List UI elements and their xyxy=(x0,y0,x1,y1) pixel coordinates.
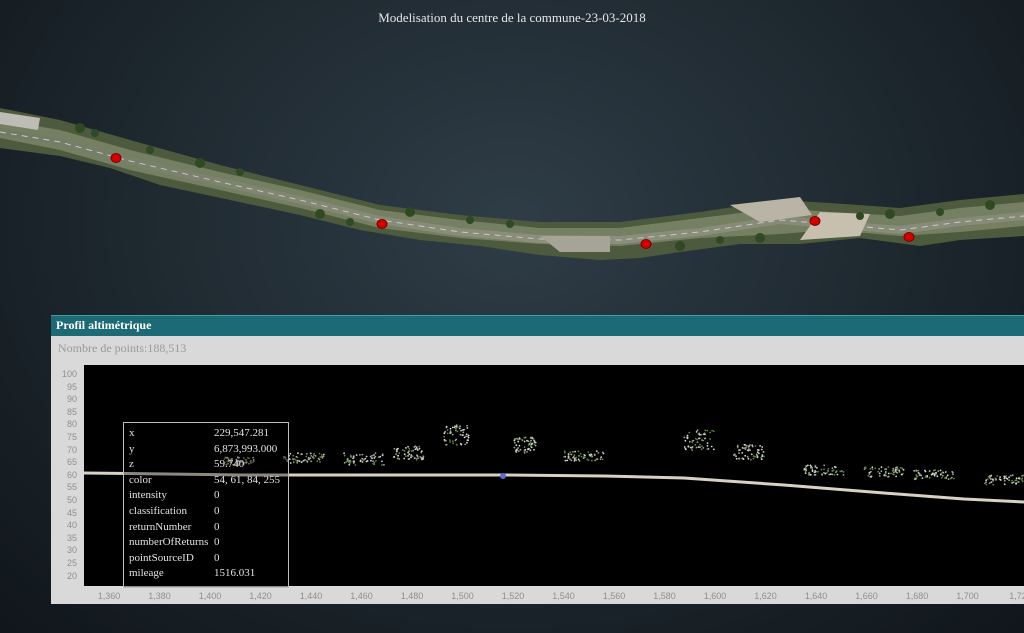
survey-marker-3[interactable] xyxy=(640,239,652,249)
info-key: z xyxy=(129,458,134,471)
x-tick-label: 1,520 xyxy=(501,591,525,601)
x-tick-label: 1,440 xyxy=(299,591,323,601)
profile-panel[interactable]: Profil altimétrique Nombre de points:188… xyxy=(51,315,1024,604)
info-row: y 6,873,993.000 xyxy=(129,443,289,458)
selected-point[interactable] xyxy=(500,473,506,479)
info-row: x 229,547.281 xyxy=(129,427,289,442)
x-tick-label: 1,480 xyxy=(400,591,424,601)
point-cloud-strip[interactable] xyxy=(0,0,1024,310)
y-tick-label: 100 xyxy=(61,369,77,379)
survey-marker-5[interactable] xyxy=(903,232,915,242)
x-tick-label: 1,640 xyxy=(804,591,828,601)
y-tick-label: 50 xyxy=(66,495,77,505)
x-tick-label: 1,400 xyxy=(198,591,222,601)
x-tick-label: 1,72 xyxy=(1009,591,1024,601)
x-axis: 1,360 1,380 1,400 1,420 1,440 1,460 1,480 1,500… xyxy=(84,588,1024,604)
y-tick-label: 70 xyxy=(66,444,77,455)
y-tick-label: 65 xyxy=(66,457,77,468)
y-tick-label: 25 xyxy=(66,558,77,568)
info-value: 229,547.281 xyxy=(214,427,269,439)
y-tick-label: 30 xyxy=(66,545,77,556)
info-value: 54, 61, 84, 255 xyxy=(214,473,280,486)
y-tick-label: 55 xyxy=(66,482,77,493)
x-tick-label: 1,560 xyxy=(602,591,626,601)
info-value: 0 xyxy=(214,520,220,533)
x-tick-label: 1,540 xyxy=(552,591,575,601)
survey-marker-2[interactable] xyxy=(376,219,388,229)
survey-marker-1[interactable] xyxy=(110,153,122,163)
info-row: z 59.740 xyxy=(129,458,289,473)
x-tick-label: 1,600 xyxy=(703,591,727,601)
y-tick-label: 95 xyxy=(66,381,77,392)
info-value: 59.740 xyxy=(214,458,245,471)
info-row: mileage 1516.031 xyxy=(129,567,289,582)
x-tick-label: 1,500 xyxy=(451,591,474,601)
info-value: 1516.031 xyxy=(214,567,256,580)
y-tick-label: 75 xyxy=(66,432,77,442)
y-tick-label: 85 xyxy=(66,406,77,417)
info-row: classification 0 xyxy=(129,505,289,520)
y-tick-label: 20 xyxy=(66,570,77,581)
info-value: 0 xyxy=(214,536,220,549)
x-tick-label: 1,420 xyxy=(249,591,272,601)
profile-plot[interactable]: x 229,547.281 y 6,873,993.000 z 59.740 color 54… xyxy=(84,365,1024,588)
info-row: intensity 0 xyxy=(129,489,289,504)
info-value: 0 xyxy=(214,551,220,564)
y-axis: 100 95 90 85 80 75 70 65 60 55 50 45 40 35 30 25 20 xyxy=(51,365,81,586)
points-count-label: Nombre de points: xyxy=(58,341,148,355)
info-key: classification xyxy=(129,505,188,517)
points-count-value: 188,513 xyxy=(147,341,187,355)
info-value: 0 xyxy=(214,505,220,517)
profile-panel-title[interactable]: Profil altimétrique xyxy=(51,315,1024,336)
x-tick-label: 1,700 xyxy=(956,591,979,601)
y-tick-label: 80 xyxy=(66,419,77,430)
x-tick-label: 1,380 xyxy=(148,591,171,601)
survey-marker-4[interactable] xyxy=(809,216,821,226)
x-tick-label: 1,660 xyxy=(855,591,878,601)
x-tick-label: 1,360 xyxy=(97,591,121,601)
points-count: Nombre de points:188,513 xyxy=(58,341,186,356)
info-key: mileage xyxy=(129,567,164,580)
y-tick-label: 90 xyxy=(66,394,77,405)
info-row: returnNumber 0 xyxy=(129,521,289,536)
info-value: 0 xyxy=(214,489,220,502)
x-tick-label: 1,580 xyxy=(653,591,676,601)
info-key: returnNumber xyxy=(129,520,192,533)
y-tick-label: 45 xyxy=(66,507,77,518)
info-key: numberOfReturns xyxy=(129,536,209,549)
info-row: color 54, 61, 84, 255 xyxy=(129,474,289,489)
y-tick-label: 60 xyxy=(66,469,77,480)
y-tick-label: 40 xyxy=(66,520,77,531)
x-tick-label: 1,460 xyxy=(350,591,373,601)
info-key: intensity xyxy=(129,489,167,502)
info-key: pointSourceID xyxy=(129,551,194,564)
info-key: x xyxy=(129,427,135,439)
info-key: y xyxy=(129,442,135,455)
y-tick-label: 35 xyxy=(66,532,77,543)
info-value: 6,873,993.000 xyxy=(214,442,278,455)
x-tick-label: 1,620 xyxy=(754,591,777,601)
info-row: numberOfReturns 0 xyxy=(129,536,289,551)
info-key: color xyxy=(129,473,152,486)
x-tick-label: 1,680 xyxy=(905,591,929,601)
point-info-box: x 229,547.281 y 6,873,993.000 z 59.740 color 54… xyxy=(123,422,289,588)
info-row: pointSourceID 0 xyxy=(129,552,289,567)
